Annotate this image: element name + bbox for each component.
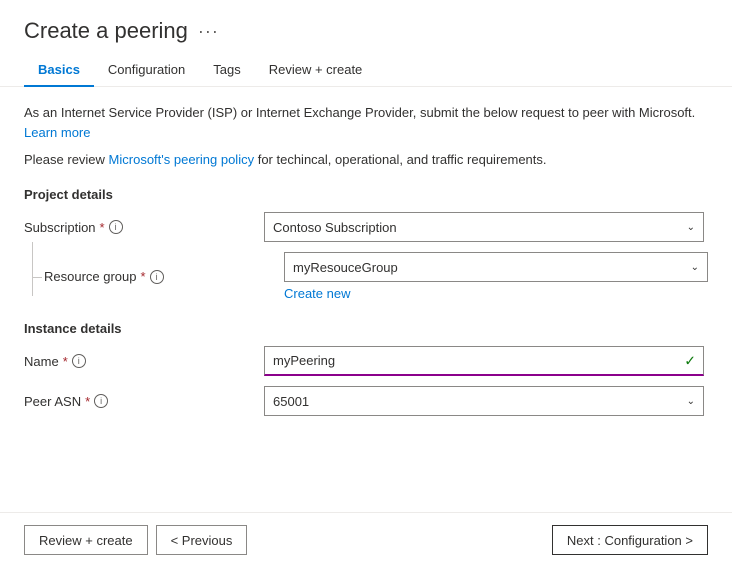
tab-basics[interactable]: Basics [24,54,94,87]
resource-group-dropdown-wrapper: myResouceGroup ⌄ Create new [284,252,708,301]
peering-policy-link[interactable]: Microsoft's peering policy [109,152,255,167]
next-configuration-button[interactable]: Next : Configuration > [552,525,708,555]
policy-line: Please review Microsoft's peering policy… [24,150,708,170]
tab-configuration[interactable]: Configuration [94,54,199,87]
name-input[interactable] [264,346,704,376]
more-options-icon[interactable]: ··· [198,21,219,42]
create-new-link[interactable]: Create new [284,286,350,301]
peer-asn-value: 65001 [273,394,309,409]
review-create-button[interactable]: Review + create [24,525,148,555]
name-label: Name [24,354,59,369]
resource-group-required: * [141,269,146,284]
header: Create a peering ··· [0,0,732,54]
resource-group-info-icon[interactable]: i [150,270,164,284]
info-block: As an Internet Service Provider (ISP) or… [24,103,708,140]
resource-group-label: Resource group [44,269,137,284]
footer-right-actions: Next : Configuration > [552,525,708,555]
previous-button[interactable]: < Previous [156,525,248,555]
name-row: Name * i ✓ [24,346,708,376]
peer-asn-chevron-icon: ⌄ [687,396,695,407]
subscription-label: Subscription [24,220,96,235]
instance-details-section: Instance details Name * i ✓ Pee [24,321,708,416]
peer-asn-required: * [85,394,90,409]
peer-asn-dropdown[interactable]: 65001 ⌄ [264,386,704,416]
resource-group-chevron-icon: ⌄ [691,262,699,273]
subscription-dropdown[interactable]: Contoso Subscription ⌄ [264,212,704,242]
learn-more-link[interactable]: Learn more [24,125,90,140]
name-required: * [63,354,68,369]
name-info-icon[interactable]: i [72,354,86,368]
content-area: As an Internet Service Provider (ISP) or… [0,87,732,512]
footer: Review + create < Previous Next : Config… [0,512,732,567]
resource-group-value: myResouceGroup [293,260,398,275]
name-check-icon: ✓ [684,353,696,370]
project-details-section: Project details Subscription * i Contoso… [24,187,708,301]
resource-group-row: Resource group * i myResouceGroup ⌄ Crea… [24,252,708,301]
peer-asn-label: Peer ASN [24,394,81,409]
subscription-chevron-icon: ⌄ [687,222,695,233]
subscription-value: Contoso Subscription [273,220,397,235]
info-main-text: As an Internet Service Provider (ISP) or… [24,103,708,123]
tab-tags[interactable]: Tags [199,54,254,87]
tab-bar: Basics Configuration Tags Review + creat… [0,54,732,87]
instance-details-heading: Instance details [24,321,708,336]
peer-asn-dropdown-wrapper: 65001 ⌄ [264,386,704,416]
subscription-required: * [100,220,105,235]
peer-asn-row: Peer ASN * i 65001 ⌄ [24,386,708,416]
name-input-wrapper: ✓ [264,346,704,376]
tab-review-create[interactable]: Review + create [255,54,377,87]
project-details-heading: Project details [24,187,708,202]
subscription-row: Subscription * i Contoso Subscription ⌄ [24,212,708,242]
page-title: Create a peering [24,18,188,44]
resource-group-dropdown[interactable]: myResouceGroup ⌄ [284,252,708,282]
peer-asn-info-icon[interactable]: i [94,394,108,408]
footer-left-actions: Review + create < Previous [24,525,247,555]
subscription-info-icon[interactable]: i [109,220,123,234]
subscription-dropdown-wrapper: Contoso Subscription ⌄ [264,212,704,242]
